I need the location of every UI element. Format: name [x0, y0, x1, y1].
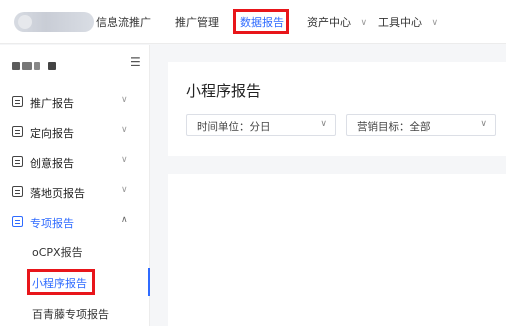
active-indicator — [148, 268, 150, 296]
report-content-card — [168, 174, 506, 326]
sidebar-item-targeting-report[interactable]: 定向报告 ∨ — [0, 118, 150, 148]
nav-promotion-management[interactable]: 推广管理 — [175, 14, 219, 30]
chevron-down-icon: ∨ — [360, 18, 368, 28]
nav-label: 推广管理 — [175, 16, 219, 29]
landing-page-report-icon — [12, 186, 23, 197]
chart-report-icon — [12, 96, 23, 107]
target-report-icon — [12, 126, 23, 137]
sidebar-item-special-report[interactable]: 专项报告 ∧ — [0, 208, 150, 238]
time-unit-select[interactable]: 时间单位：分日 ∨ — [186, 114, 336, 136]
highlight-box — [233, 9, 289, 34]
report-header-card: 小程序报告 时间单位：分日 ∨ 营销目标：全部 ∨ — [168, 62, 506, 156]
chevron-down-icon: ∨ — [121, 125, 128, 135]
chevron-down-icon: ∨ — [320, 119, 327, 129]
highlight-box — [27, 269, 95, 295]
nav-tool-center[interactable]: 工具中心 ∨ — [378, 14, 438, 30]
chevron-down-icon: ∨ — [121, 95, 128, 105]
select-value: 时间单位：分日 — [197, 121, 271, 133]
sidebar-item-creative-report[interactable]: 创意报告 ∨ — [0, 148, 150, 178]
sidebar-subitem-ocpx-report[interactable]: oCPX报告 — [32, 244, 83, 260]
chevron-down-icon: ∨ — [121, 155, 128, 165]
chevron-up-icon: ∧ — [121, 215, 128, 225]
creative-report-icon — [12, 156, 23, 167]
sidebar-item-label: 创意报告 — [30, 157, 74, 170]
nav-label: 资产中心 — [307, 16, 351, 29]
sidebar-item-promotion-report[interactable]: 推广报告 ∨ — [0, 88, 150, 118]
marketing-goal-select[interactable]: 营销目标：全部 ∨ — [346, 114, 496, 136]
nav-label: 工具中心 — [378, 16, 422, 29]
special-report-icon — [12, 216, 23, 227]
chevron-down-icon: ∨ — [431, 18, 439, 28]
sidebar-item-label: 落地页报告 — [30, 187, 85, 200]
sidebar-subitem-baiqingteng-report[interactable]: 百青藤专项报告 — [32, 306, 109, 322]
page-title: 小程序报告 — [186, 82, 262, 100]
sidebar-item-label: 推广报告 — [30, 97, 74, 110]
product-name: 信息流推广 — [96, 16, 151, 29]
menu-toggle-icon[interactable]: ☰ — [130, 55, 141, 69]
top-navigation-bar: 信息流推广 推广管理 数据报告 资产中心 ∨ 工具中心 ∨ — [0, 0, 506, 44]
nav-asset-center[interactable]: 资产中心 ∨ — [307, 14, 367, 30]
sidebar-item-landing-page-report[interactable]: 落地页报告 ∨ — [0, 178, 150, 208]
account-name-redacted — [12, 62, 60, 70]
select-value: 营销目标：全部 — [357, 121, 431, 133]
chevron-down-icon: ∨ — [480, 119, 487, 129]
chevron-down-icon: ∨ — [121, 185, 128, 195]
sidebar-item-label: 定向报告 — [30, 127, 74, 140]
sidebar-item-label: 专项报告 — [30, 217, 74, 230]
brand-logo — [14, 12, 94, 32]
